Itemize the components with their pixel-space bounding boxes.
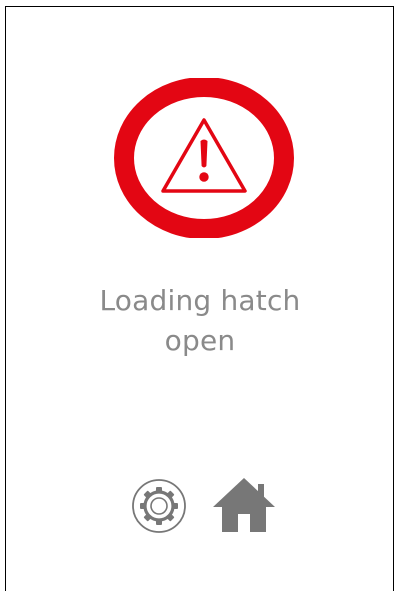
settings-button[interactable] — [131, 478, 187, 534]
alert-message-line-1: Loading hatch — [99, 284, 301, 317]
exclamation-bar — [200, 139, 208, 168]
alert-message-line-2: open — [164, 324, 236, 357]
home-button[interactable] — [211, 476, 277, 534]
warning-triangle-icon — [114, 78, 294, 238]
home-icon — [213, 478, 275, 532]
gear-icon — [132, 479, 186, 533]
exclamation-dot — [199, 172, 209, 182]
alert-indicator — [114, 78, 294, 238]
bottom-toolbar — [131, 476, 281, 534]
alert-message: Loading hatch open — [0, 281, 400, 361]
